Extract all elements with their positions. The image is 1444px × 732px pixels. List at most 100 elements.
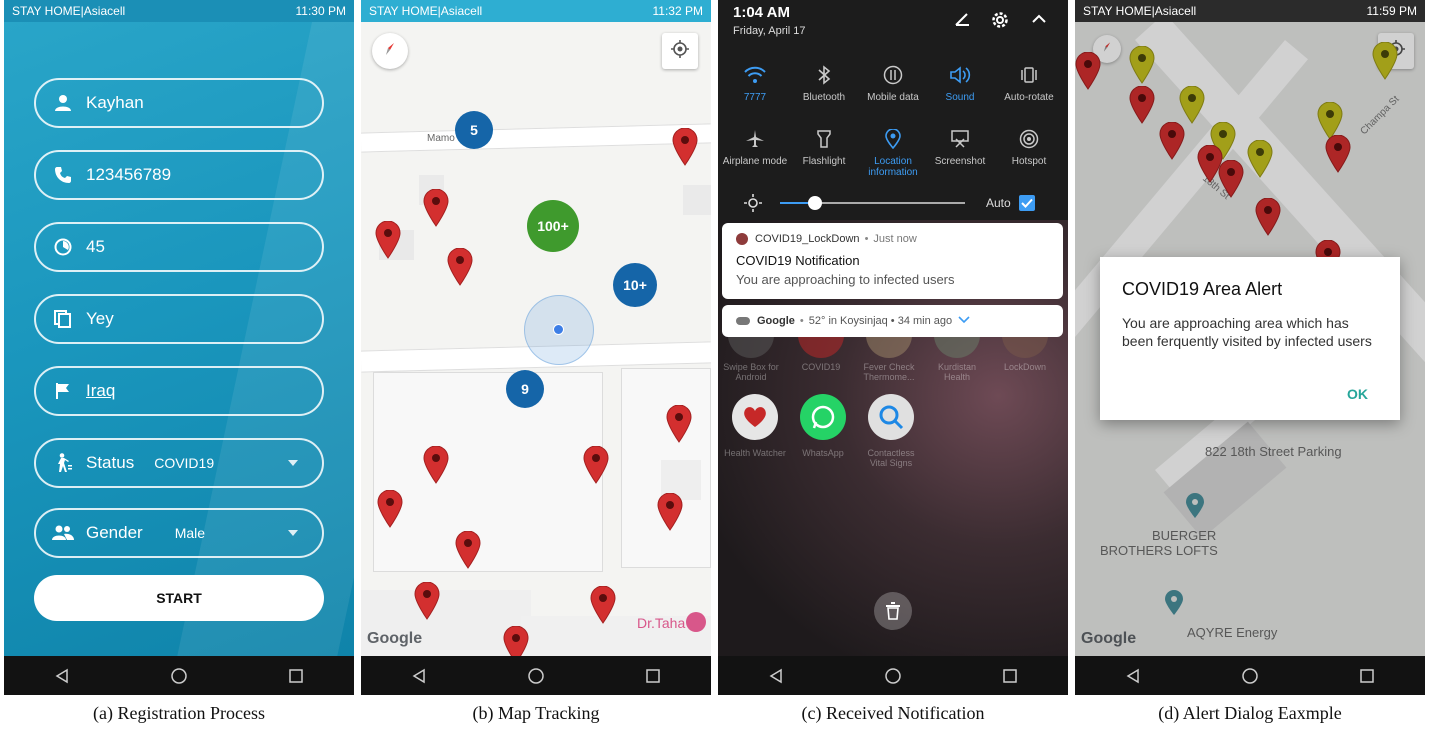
app-label: Health Watcher xyxy=(724,448,786,458)
magnifier-icon xyxy=(879,405,904,430)
brightness-handle[interactable] xyxy=(808,196,822,210)
name-field[interactable]: Kayhan xyxy=(34,78,324,128)
marker-cluster[interactable]: 9 xyxy=(506,370,544,408)
collapse-icon[interactable] xyxy=(1030,10,1048,33)
hotel-icon[interactable] xyxy=(686,612,706,632)
tile-wifi[interactable]: 7777 xyxy=(720,62,790,103)
name-value: Kayhan xyxy=(86,93,144,112)
home-icon[interactable] xyxy=(873,661,913,691)
my-location-icon xyxy=(670,39,690,64)
marker-cluster[interactable]: 10+ xyxy=(613,263,657,307)
red-map-pin[interactable] xyxy=(423,189,449,227)
virus-icon xyxy=(736,233,748,245)
my-location-button[interactable] xyxy=(662,33,698,69)
app-label: Contactless Vital Signs xyxy=(867,448,915,468)
caption-a: (a) Registration Process xyxy=(93,703,265,723)
vital-signs-app[interactable] xyxy=(868,394,914,440)
tile-bluetooth[interactable]: Bluetooth xyxy=(789,62,859,103)
tile-airplane-mode[interactable]: Airplane mode xyxy=(720,126,790,167)
red-map-pin[interactable] xyxy=(666,405,692,443)
google-notification[interactable]: Google • 52° in Koysinjaq • 34 min ago xyxy=(722,305,1063,337)
back-icon[interactable] xyxy=(399,661,439,691)
auto-label: Auto xyxy=(986,196,1011,210)
age-field[interactable]: 45 xyxy=(34,222,324,272)
health-watcher-app[interactable] xyxy=(732,394,778,440)
status-time: 11:32 PM xyxy=(652,4,703,18)
rotate-icon xyxy=(994,62,1064,88)
whatsapp-app[interactable] xyxy=(800,394,846,440)
back-icon[interactable] xyxy=(756,661,796,691)
home-icon[interactable] xyxy=(1230,661,1270,691)
flashlight-icon xyxy=(789,126,859,152)
status-time: 11:30 PM xyxy=(295,4,346,18)
caption-d: (d) Alert Dialog Eaxmple xyxy=(1158,703,1342,723)
tile-sound[interactable]: Sound xyxy=(925,62,995,103)
red-map-pin[interactable] xyxy=(455,531,481,569)
tile-label: 7777 xyxy=(743,92,767,103)
nav-bar xyxy=(718,656,1068,695)
red-map-pin[interactable] xyxy=(447,248,473,286)
status-bar: STAY HOME|Asiacell 11:30 PM xyxy=(4,0,354,22)
start-button[interactable]: START xyxy=(34,575,324,621)
home-icon[interactable] xyxy=(516,661,556,691)
brightness-slider[interactable] xyxy=(780,196,965,210)
phone-field[interactable]: 123456789 xyxy=(34,150,324,200)
google-notif-app: Google xyxy=(757,315,795,327)
tile-hotspot[interactable]: Hotspot xyxy=(994,126,1064,167)
app-label: Kurdistan Health xyxy=(937,362,977,382)
red-map-pin[interactable] xyxy=(375,221,401,259)
answer-field[interactable]: Yey xyxy=(34,294,324,344)
compass-button[interactable] xyxy=(372,33,408,69)
marker-cluster[interactable]: 5 xyxy=(455,111,493,149)
home-icon[interactable] xyxy=(159,661,199,691)
tile-flashlight[interactable]: Flashlight xyxy=(789,126,859,167)
status-dropdown[interactable]: Status COVID19 xyxy=(34,438,324,488)
back-icon[interactable] xyxy=(42,661,82,691)
app-label: COVID19 xyxy=(801,362,841,372)
expand-icon[interactable] xyxy=(958,315,970,327)
status-bar: STAY HOME|Asiacell 11:32 PM xyxy=(361,0,711,22)
city-block xyxy=(373,372,603,572)
edit-icon[interactable] xyxy=(953,10,971,33)
speaker-icon xyxy=(925,62,995,88)
status-time: 11:59 PM xyxy=(1366,4,1417,18)
tile-location[interactable]: Location information xyxy=(858,126,928,178)
covid-notification[interactable]: COVID19_LockDown • Just now COVID19 Noti… xyxy=(722,223,1063,299)
dialog-message: You are approaching area which has been … xyxy=(1122,315,1372,350)
recents-icon[interactable] xyxy=(1347,661,1387,691)
tile-screenshot[interactable]: Screenshot xyxy=(925,126,995,167)
red-map-pin[interactable] xyxy=(672,128,698,166)
tile-mobile-data[interactable]: Mobile data xyxy=(858,62,928,103)
gender-label: Gender xyxy=(86,523,143,542)
notification-app: COVID19_LockDown xyxy=(755,233,860,245)
gender-dropdown[interactable]: Gender Male xyxy=(34,508,324,558)
tile-auto-rotate[interactable]: Auto-rotate xyxy=(994,62,1064,103)
recents-icon[interactable] xyxy=(633,661,673,691)
wifi-icon xyxy=(720,62,790,88)
ok-button[interactable]: OK xyxy=(1347,386,1368,402)
brightness-icon xyxy=(744,194,762,217)
tile-label: Mobile data xyxy=(867,92,919,103)
red-map-pin[interactable] xyxy=(583,446,609,484)
back-icon[interactable] xyxy=(1113,661,1153,691)
red-map-pin[interactable] xyxy=(414,582,440,620)
country-field[interactable]: Iraq xyxy=(34,366,324,416)
red-map-pin[interactable] xyxy=(657,493,683,531)
red-map-pin[interactable] xyxy=(590,586,616,624)
status-label: Status xyxy=(86,453,135,472)
red-map-pin[interactable] xyxy=(423,446,449,484)
area-alert-dialog: COVID19 Area Alert You are approaching a… xyxy=(1100,257,1400,420)
recents-icon[interactable] xyxy=(990,661,1030,691)
marker-cluster[interactable]: 100+ xyxy=(527,200,579,252)
mobile-data-icon xyxy=(858,62,928,88)
notification-screen: Swipe Box for Android COVID19 Fever Chec… xyxy=(718,0,1068,695)
walking-icon xyxy=(52,452,74,474)
tile-label: Hotspot xyxy=(1011,156,1047,167)
clear-all-button[interactable] xyxy=(874,592,912,630)
settings-icon[interactable] xyxy=(990,10,1010,35)
country-value: Iraq xyxy=(86,381,116,400)
recents-icon[interactable] xyxy=(276,661,316,691)
auto-checkbox[interactable] xyxy=(1019,195,1035,211)
red-map-pin[interactable] xyxy=(377,490,403,528)
map-tracking-screen: STAY HOME|Asiacell 11:32 PM Mamo d 5 100… xyxy=(361,0,711,695)
